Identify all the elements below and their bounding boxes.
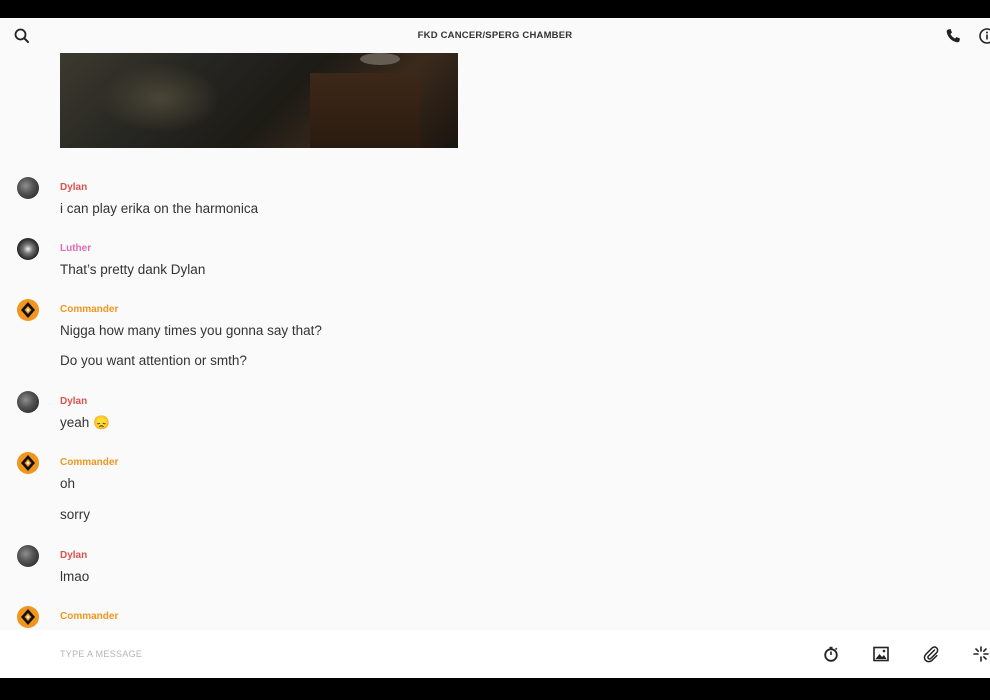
info-icon[interactable] bbox=[978, 27, 990, 45]
message-text: yeah 😞 bbox=[60, 415, 110, 430]
commander-logo-icon bbox=[21, 609, 35, 625]
phone-icon[interactable] bbox=[944, 27, 962, 45]
top-black-bar bbox=[0, 0, 990, 18]
image-icon[interactable] bbox=[872, 645, 890, 663]
message-input[interactable] bbox=[60, 644, 760, 664]
message-text: Do you want attention or smth? bbox=[60, 353, 247, 368]
commander-logo-icon bbox=[21, 455, 35, 471]
message-text: sorry bbox=[60, 507, 90, 522]
sender-name: Dylan bbox=[60, 550, 88, 561]
sender-name: Luther bbox=[60, 243, 92, 254]
search-icon[interactable] bbox=[13, 27, 31, 45]
avatar[interactable] bbox=[17, 238, 39, 260]
bottom-black-bar bbox=[0, 678, 990, 700]
avatar[interactable] bbox=[17, 545, 39, 567]
chat-header: FKD CANCER/SPERG CHAMBER bbox=[0, 18, 990, 53]
message-text: i can play erika on the harmonica bbox=[60, 201, 259, 216]
sparkle-icon[interactable] bbox=[972, 645, 990, 663]
message-text: Nigga how many times you gonna say that? bbox=[60, 323, 322, 338]
message-text: That’s pretty dank Dylan bbox=[60, 262, 206, 277]
shared-photo[interactable] bbox=[60, 53, 458, 148]
sender-name: Commander bbox=[60, 304, 119, 315]
message-list[interactable]: Dylan i can play erika on the harmonica … bbox=[0, 53, 990, 630]
message-composer bbox=[0, 630, 990, 678]
sender-name: Commander bbox=[60, 611, 119, 622]
avatar[interactable] bbox=[17, 391, 39, 413]
message-text: oh bbox=[60, 476, 76, 491]
avatar[interactable] bbox=[17, 299, 39, 321]
commander-logo-icon bbox=[21, 302, 35, 318]
message-text: lmao bbox=[60, 569, 90, 584]
timer-icon[interactable] bbox=[822, 645, 840, 663]
chat-title: FKD CANCER/SPERG CHAMBER bbox=[417, 30, 573, 41]
sender-name: Dylan bbox=[60, 396, 88, 407]
sender-name: Commander bbox=[60, 457, 119, 468]
attachment-icon[interactable] bbox=[922, 645, 940, 663]
avatar[interactable] bbox=[17, 452, 39, 474]
sender-name: Dylan bbox=[60, 182, 88, 193]
avatar[interactable] bbox=[17, 606, 39, 628]
avatar[interactable] bbox=[17, 177, 39, 199]
